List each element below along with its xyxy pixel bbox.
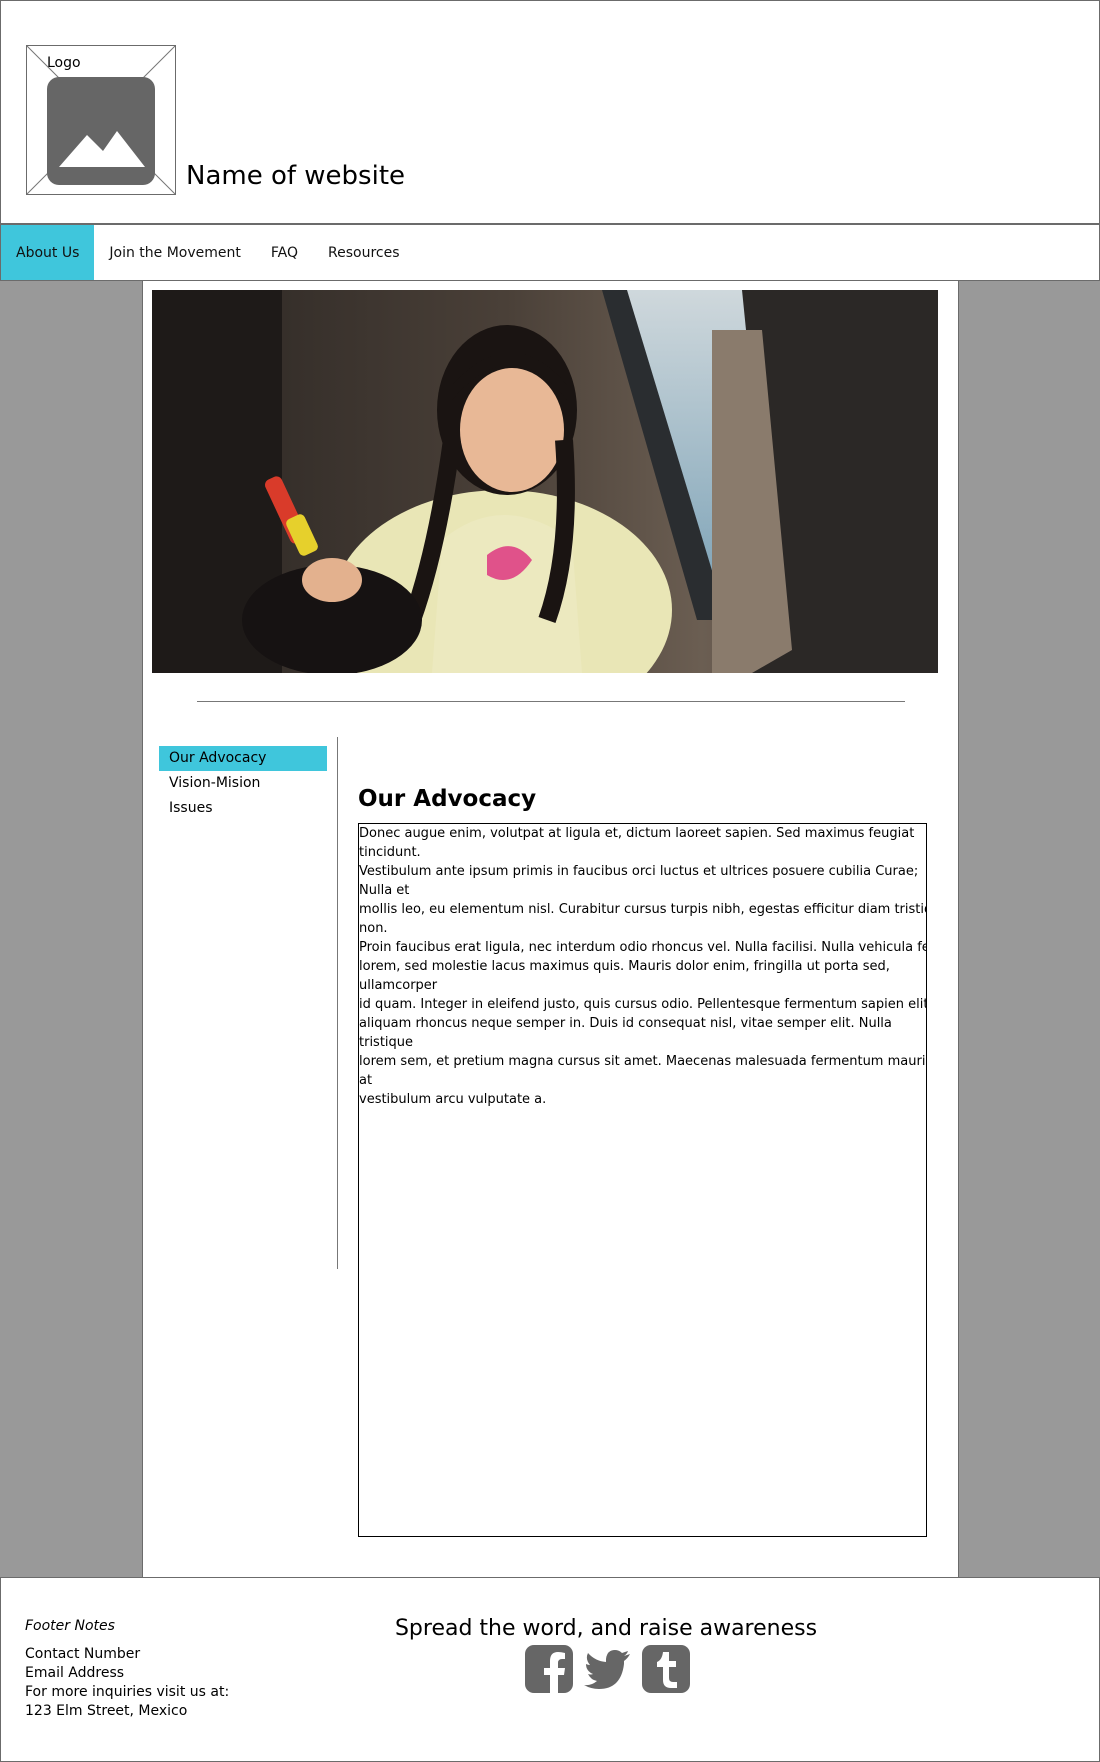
body-line: Proin faucibus erat ligula, nec interdum… xyxy=(359,940,927,955)
divider xyxy=(197,701,905,702)
sidebar-divider xyxy=(337,737,338,1269)
body-text-box: Donec augue enim, volutpat at ligula et,… xyxy=(358,823,927,1537)
sidebar-item-issues[interactable]: Issues xyxy=(159,796,327,821)
content-panel: Our Advocacy Vision-Mision Issues Our Ad… xyxy=(142,281,959,1577)
nav-item-about-us[interactable]: About Us xyxy=(1,225,95,280)
address: 123 Elm Street, Mexico xyxy=(25,1703,188,1719)
main-nav: About Us Join the Movement FAQ Resources xyxy=(0,224,1100,281)
body-line: id quam. Integer in eleifend justo, quis… xyxy=(359,997,927,1012)
spread-tagline: Spread the word, and raise awareness xyxy=(394,1616,818,1641)
hero-image xyxy=(152,290,938,673)
email-address: Email Address xyxy=(25,1665,125,1681)
facebook-icon[interactable] xyxy=(524,1644,574,1694)
body-line: Donec augue enim, volutpat at ligula et,… xyxy=(359,826,915,860)
nav-item-join-the-movement[interactable]: Join the Movement xyxy=(94,225,256,280)
logo-label: Logo xyxy=(47,55,81,71)
body-line: lorem sem, et pretium magna cursus sit a… xyxy=(359,1054,927,1088)
sidebar-item-our-advocacy[interactable]: Our Advocacy xyxy=(159,746,327,771)
image-placeholder-icon xyxy=(47,77,155,185)
body-line: Vestibulum ante ipsum primis in faucibus… xyxy=(359,864,919,898)
sidebar-item-vision-mision[interactable]: Vision-Mision xyxy=(159,771,327,796)
tumblr-icon[interactable] xyxy=(641,1644,691,1694)
nav-item-resources[interactable]: Resources xyxy=(313,225,415,280)
site-name: Name of website xyxy=(186,161,406,191)
body-line: lorem, sed molestie lacus maximus quis. … xyxy=(359,959,890,993)
body-line: mollis leo, eu elementum nisl. Curabitur… xyxy=(359,902,927,936)
contact-number: Contact Number xyxy=(25,1646,141,1662)
body-line: aliquam rhoncus neque semper in. Duis id… xyxy=(359,1016,892,1050)
logo-placeholder[interactable]: Logo xyxy=(26,45,176,195)
body-line: vestibulum arcu vulputate a. xyxy=(359,1092,547,1107)
sidebar-nav: Our Advocacy Vision-Mision Issues xyxy=(159,746,327,821)
site-header: Logo Name of website xyxy=(0,0,1100,224)
page-title: Our Advocacy xyxy=(358,786,537,812)
inquiries-text: For more inquiries visit us at: xyxy=(25,1684,230,1700)
nav-item-faq[interactable]: FAQ xyxy=(256,225,313,280)
site-footer: Footer Notes Contact Number Email Addres… xyxy=(0,1577,1100,1762)
twitter-icon[interactable] xyxy=(583,1644,633,1694)
